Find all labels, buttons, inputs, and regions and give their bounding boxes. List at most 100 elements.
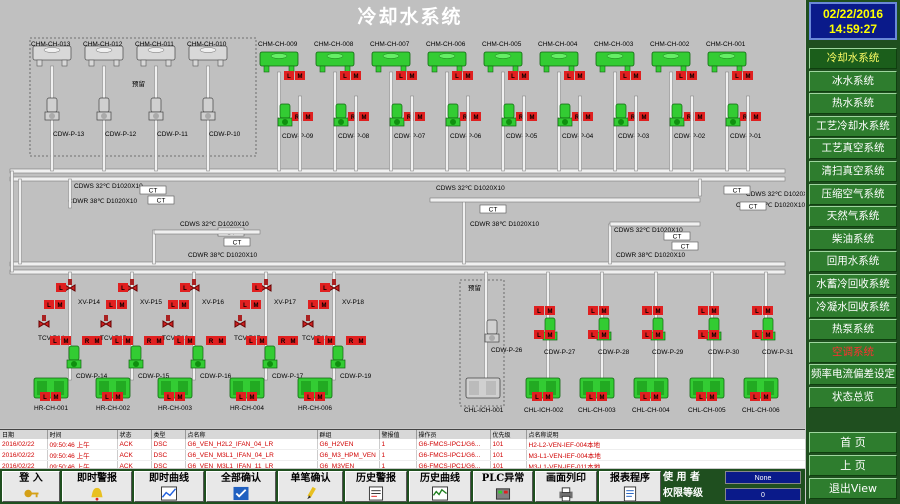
alarm-row[interactable]: 2016/02/22 09:50:46 上午 ACK DSC G6_VEN_M3L1_I…	[0, 449, 805, 461]
toolbar-button-5[interactable]: 历史警报	[345, 471, 407, 502]
fan-icon	[95, 47, 113, 53]
alarm-cell: H2-L2-VEN-IEF-004本地	[526, 439, 805, 450]
menu-item-12[interactable]: 热泵系统	[809, 319, 897, 341]
alarm-col-header[interactable]: 操作员	[416, 430, 491, 439]
tower-tag: CHM-CH-002	[650, 41, 690, 48]
fan-icon	[270, 53, 288, 59]
exit-view-button[interactable]: 退出View	[809, 478, 897, 499]
menu-item-11[interactable]: 冷凝水回收系统	[809, 296, 897, 318]
prev-page-button[interactable]: 上 页	[809, 455, 897, 476]
menu-item-13[interactable]: 空调系统	[809, 341, 897, 363]
pump-impeller-icon	[205, 113, 211, 119]
check-all-icon	[233, 486, 249, 501]
menu-item-10[interactable]: 水蓄冷回收系统	[809, 273, 897, 295]
valve-tag: XV-P16	[202, 299, 224, 306]
pump-tag: CDW-P-10	[209, 131, 241, 138]
alarm-row[interactable]: 2016/02/22 09:50:46 上午 ACK DSC G6_VEN_M3L1_I…	[0, 460, 805, 468]
pump-impeller-icon	[618, 119, 624, 125]
valve-actuator	[306, 315, 310, 321]
status-letter: M	[642, 115, 647, 121]
pipe-spec: CDWR 38℃ D1020X10	[470, 221, 539, 228]
menu-item-5[interactable]: 清扫真空系统	[809, 160, 897, 182]
pump	[559, 103, 571, 119]
ct-label: CT	[733, 188, 742, 195]
menu-item-2[interactable]: 热水系统	[809, 93, 897, 115]
tower-leg	[36, 59, 43, 67]
tower-leg	[655, 65, 662, 73]
toolbar-button-2[interactable]: 即时曲线	[134, 471, 204, 502]
alarm-cell: 1	[379, 439, 417, 450]
toolbar-label: 登 入	[19, 473, 43, 484]
status-letter: M	[291, 339, 296, 345]
trend-icon	[161, 486, 177, 501]
fan-icon	[438, 53, 456, 59]
pump-impeller-icon	[195, 361, 201, 367]
status-letter: L	[43, 395, 47, 401]
status-letter: L	[115, 339, 119, 345]
status-letter: M	[95, 339, 100, 345]
alarm-col-header[interactable]: 点名称	[185, 430, 318, 439]
toolbar-button-6[interactable]: 历史曲线	[409, 471, 471, 502]
menu-item-1[interactable]: 冰水系统	[809, 70, 897, 92]
toolbar-button-8[interactable]: 画面列印	[535, 471, 597, 502]
menu-item-3[interactable]: 工艺冷却水系统	[809, 115, 897, 137]
alarm-cell: 101	[490, 439, 527, 450]
fan-icon	[662, 53, 680, 59]
alarm-cell: 101	[490, 449, 527, 461]
alarm-cell: ACK	[117, 439, 152, 450]
pipe-spec: CDWS 32℃ D1020X10	[74, 183, 143, 190]
status-letter: M	[754, 115, 759, 121]
menu-item-9[interactable]: 回用水系统	[809, 251, 897, 273]
status-letter: M	[656, 333, 661, 339]
tower-tag: CHM-CH-012	[83, 41, 123, 48]
right-panel: 02/22/2016 14:59:27 冷却水系统 冰水系统 热水系统 工艺冷却水系统…	[806, 0, 900, 504]
pipe	[462, 199, 466, 265]
toolbar-button-4[interactable]: 单笔确认	[278, 471, 343, 502]
history-alarm-icon	[368, 486, 384, 501]
pump-tag: CDW-P-01	[730, 133, 762, 140]
tower-leg	[61, 59, 68, 67]
pump	[391, 103, 403, 119]
alarm-row[interactable]: 2016/02/22 09:50:46 上午 ACK DSC G6_VEN_H2L2_I…	[0, 439, 805, 450]
home-button[interactable]: 首 页	[809, 432, 897, 453]
toolbar-label: 单笔确认	[290, 473, 331, 484]
pump-tag: CDW-P-09	[282, 133, 314, 140]
menu-item-0[interactable]: 冷却水系统	[809, 48, 897, 69]
pump-impeller-icon	[133, 361, 139, 367]
alarm-bell-icon	[91, 487, 103, 501]
alarm-cell: DSC	[151, 460, 186, 468]
system-menu: 冷却水系统 冰水系统 热水系统 工艺冷却水系统 工艺真空系统 清扫真空系统 压缩空气系统 天然…	[809, 48, 897, 410]
alarm-table[interactable]: 日期 时间 状态 类型 点名称 群组 警报值 操作员 优先级 点名称说明 2016/02/22 09…	[0, 429, 805, 468]
alarm-col-header[interactable]: 类型	[151, 430, 186, 439]
toolbar-button-0[interactable]: 登 入	[2, 471, 60, 502]
toolbar-button-3[interactable]: 全部确认	[206, 471, 276, 502]
fan-icon	[718, 53, 736, 59]
menu-item-6[interactable]: 压缩空气系统	[809, 183, 897, 205]
alarm-col-header[interactable]: 点名称说明	[526, 430, 805, 439]
alarm-cell: G6_M3_HPM_VEN	[317, 449, 380, 461]
alarm-col-header[interactable]: 日期	[0, 430, 48, 439]
menu-item-14[interactable]: 频率电流偏差设定	[809, 364, 897, 386]
alarm-col-header[interactable]: 群组	[317, 430, 380, 439]
clock-time: 14:59:27	[828, 22, 878, 36]
pipe-spec: CDWR 38℃ D1020X10	[188, 252, 257, 259]
status-letter: L	[183, 286, 187, 292]
alarm-col-header[interactable]: 警报值	[379, 430, 417, 439]
pump-tag: CDW-P-29	[652, 349, 684, 356]
toolbar-button-9[interactable]: 报表程序	[599, 471, 661, 502]
alarm-cell: 09:50:46 上午	[47, 460, 118, 468]
menu-item-15[interactable]: 状态总览	[809, 386, 897, 408]
pump-tag: CDW-P-06	[450, 133, 482, 140]
status-letter: L	[239, 395, 243, 401]
alarm-col-header[interactable]: 时间	[47, 430, 118, 439]
status-letter: R	[147, 339, 152, 345]
alarm-col-header[interactable]: 状态	[117, 430, 152, 439]
menu-item-8[interactable]: 柴油系统	[809, 228, 897, 250]
alarm-col-header[interactable]: 优先级	[490, 430, 527, 439]
menu-item-7[interactable]: 天然气系统	[809, 206, 897, 228]
chiller-tag: CHL-CH-006	[742, 407, 780, 414]
toolbar-button-7[interactable]: PLC异常	[473, 471, 533, 502]
menu-item-4[interactable]: 工艺真空系统	[809, 138, 897, 160]
pipe	[522, 95, 526, 172]
toolbar-button-1[interactable]: 即时警报	[62, 471, 132, 502]
